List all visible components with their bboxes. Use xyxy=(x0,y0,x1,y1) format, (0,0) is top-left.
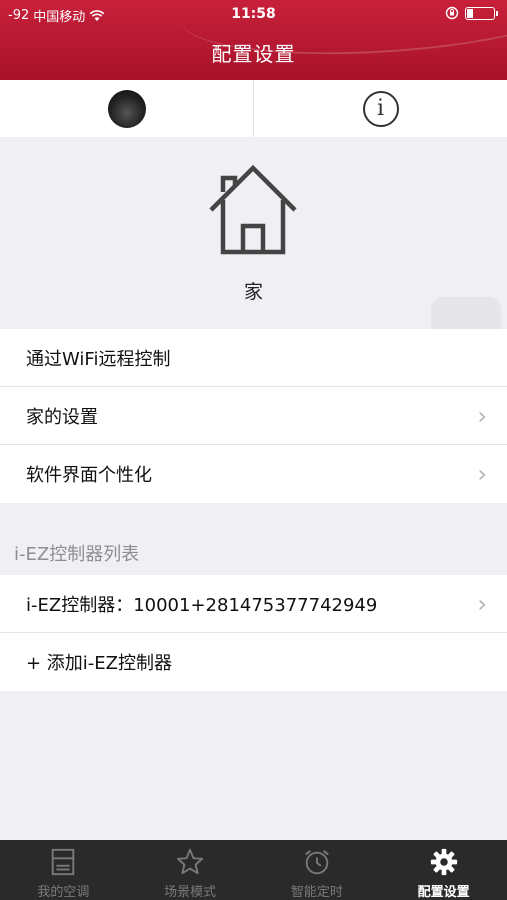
section-header-controllers: i-EZ控制器列表 xyxy=(14,544,140,565)
list-item-controller[interactable]: i-EZ控制器：10001+281475377742949 › xyxy=(0,575,507,633)
controller-list: i-EZ控制器：10001+281475377742949 › + 添加i-EZ… xyxy=(0,575,507,691)
chevron-right-icon: › xyxy=(477,460,487,488)
battery-icon xyxy=(465,6,498,20)
status-right xyxy=(445,6,498,20)
info-cell[interactable]: i xyxy=(253,80,507,137)
orientation-lock-icon xyxy=(445,6,459,20)
status-bar: -92 中国移动 11:58 xyxy=(0,4,507,26)
list-item-label: 软件界面个性化 xyxy=(26,465,152,486)
alarm-clock-icon xyxy=(305,850,329,875)
status-time: 11:58 xyxy=(231,6,276,22)
tab-config-settings[interactable]: 配置设置 xyxy=(380,840,507,900)
home-section: 家 xyxy=(0,137,507,329)
info-icon[interactable]: i xyxy=(362,90,399,127)
tab-my-ac[interactable]: 我的空调 xyxy=(0,840,127,900)
list-item-label: 家的设置 xyxy=(26,406,98,428)
home-icon[interactable] xyxy=(205,162,301,258)
chevron-right-icon: › xyxy=(477,589,487,618)
avatar[interactable] xyxy=(107,89,146,128)
list-item-label: + 添加i-EZ控制器 xyxy=(26,653,173,674)
profile-row: i xyxy=(0,80,507,137)
air-conditioner-icon xyxy=(52,848,75,876)
list-item-ui-personalize[interactable]: 软件界面个性化 › xyxy=(0,445,507,503)
tab-label: 智能定时 xyxy=(290,885,343,900)
list-item-label: i-EZ控制器：10001+281475377742949 xyxy=(26,594,378,616)
tab-label: 我的空调 xyxy=(37,885,90,900)
list-item-home-settings[interactable]: 家的设置 › xyxy=(0,387,507,445)
list-item-add-controller[interactable]: + 添加i-EZ控制器 xyxy=(0,633,507,691)
page-title: 配置设置 xyxy=(211,42,296,66)
avatar-cell[interactable] xyxy=(0,80,253,137)
settings-list: 通过WiFi远程控制 家的设置 › 软件界面个性化 › xyxy=(0,329,507,503)
gear-icon xyxy=(430,848,457,876)
list-item-wifi-remote[interactable]: 通过WiFi远程控制 xyxy=(0,329,507,387)
list-item-label: 通过WiFi远程控制 xyxy=(26,348,171,370)
tab-label: 配置设置 xyxy=(417,885,470,900)
tab-bar: 我的空调 场景模式 智能定时 配置设置 xyxy=(0,840,507,900)
tab-scene-mode[interactable]: 场景模式 xyxy=(127,840,254,900)
star-icon xyxy=(177,848,204,875)
tab-smart-timer[interactable]: 智能定时 xyxy=(254,840,381,900)
tab-label: 场景模式 xyxy=(164,885,217,900)
header-bar: -92 中国移动 11:58 配置设置 xyxy=(0,0,507,80)
chevron-right-icon: › xyxy=(477,401,487,430)
home-label: 家 xyxy=(243,281,263,303)
